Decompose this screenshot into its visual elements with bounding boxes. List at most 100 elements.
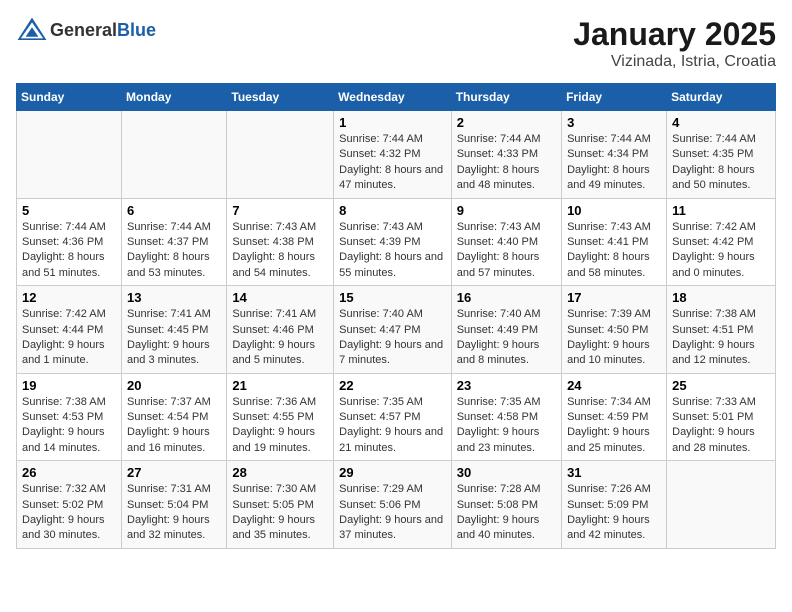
weekday-header-sunday: Sunday (17, 84, 122, 111)
day-info: Sunrise: 7:42 AMSunset: 4:42 PMDaylight:… (672, 220, 770, 282)
day-info: Sunrise: 7:38 AMSunset: 4:51 PMDaylight:… (672, 307, 770, 369)
page-header: GeneralBlue January 2025 Vizinada, Istri… (16, 16, 776, 71)
page-subtitle: Vizinada, Istria, Croatia (573, 53, 776, 71)
calendar-cell: 25Sunrise: 7:33 AMSunset: 5:01 PMDayligh… (667, 373, 776, 461)
week-row-3: 12 Sunrise: 7:42 AMSunset: 4:44 PMDayligh… (17, 286, 776, 374)
calendar-cell: 24 Sunrise: 7:34 AMSunset: 4:59 PMDayligh… (562, 373, 667, 461)
day-number: 16 (457, 290, 556, 305)
calendar-cell: 13Sunrise: 7:41 AMSunset: 4:45 PMDayligh… (122, 286, 227, 374)
day-number: 28 (232, 465, 328, 480)
weekday-header-friday: Friday (562, 84, 667, 111)
day-info: Sunrise: 7:37 AMSunset: 4:54 PMDaylight:… (127, 395, 221, 457)
day-info: Sunrise: 7:34 AMSunset: 4:59 PMDaylight:… (567, 395, 661, 457)
week-row-5: 26 Sunrise: 7:32 AMSunset: 5:02 PMDayligh… (17, 461, 776, 549)
day-info: Sunrise: 7:40 AMSunset: 4:47 PMDaylight:… (339, 307, 446, 369)
calendar-cell: 28Sunrise: 7:30 AMSunset: 5:05 PMDayligh… (227, 461, 334, 549)
weekday-header-monday: Monday (122, 84, 227, 111)
logo: GeneralBlue (16, 16, 156, 44)
day-number: 19 (22, 378, 116, 393)
day-info: Sunrise: 7:44 AMSunset: 4:36 PMDaylight:… (22, 220, 116, 282)
calendar-cell: 17Sunrise: 7:39 AMSunset: 4:50 PMDayligh… (562, 286, 667, 374)
calendar-cell: 1 Sunrise: 7:44 AMSunset: 4:32 PMDaylight… (334, 111, 452, 199)
calendar-cell: 2 Sunrise: 7:44 AMSunset: 4:33 PMDaylight… (451, 111, 561, 199)
logo-blue: Blue (117, 20, 156, 40)
day-number: 29 (339, 465, 446, 480)
day-number: 5 (22, 203, 116, 218)
calendar-cell: 31 Sunrise: 7:26 AMSunset: 5:09 PMDayligh… (562, 461, 667, 549)
day-number: 24 (567, 378, 661, 393)
day-number: 23 (457, 378, 556, 393)
day-number: 1 (339, 115, 446, 130)
calendar-cell: 27Sunrise: 7:31 AMSunset: 5:04 PMDayligh… (122, 461, 227, 549)
calendar-cell: 5 Sunrise: 7:44 AMSunset: 4:36 PMDaylight… (17, 198, 122, 286)
calendar-cell: 4 Sunrise: 7:44 AMSunset: 4:35 PMDaylight… (667, 111, 776, 199)
calendar-cell (122, 111, 227, 199)
calendar-cell (17, 111, 122, 199)
day-info: Sunrise: 7:44 AMSunset: 4:32 PMDaylight:… (339, 132, 446, 194)
calendar-cell: 16 Sunrise: 7:40 AMSunset: 4:49 PMDayligh… (451, 286, 561, 374)
calendar-cell: 18 Sunrise: 7:38 AMSunset: 4:51 PMDayligh… (667, 286, 776, 374)
calendar-cell: 30 Sunrise: 7:28 AMSunset: 5:08 PMDayligh… (451, 461, 561, 549)
day-number: 10 (567, 203, 661, 218)
day-info: Sunrise: 7:44 AMSunset: 4:37 PMDaylight:… (127, 220, 221, 282)
day-info: Sunrise: 7:33 AMSunset: 5:01 PMDaylight:… (672, 395, 770, 457)
day-info: Sunrise: 7:32 AMSunset: 5:02 PMDaylight:… (22, 482, 116, 544)
day-info: Sunrise: 7:44 AMSunset: 4:35 PMDaylight:… (672, 132, 770, 194)
day-info: Sunrise: 7:44 AMSunset: 4:33 PMDaylight:… (457, 132, 556, 194)
calendar-cell: 11 Sunrise: 7:42 AMSunset: 4:42 PMDayligh… (667, 198, 776, 286)
day-number: 14 (232, 290, 328, 305)
day-number: 15 (339, 290, 446, 305)
calendar-cell: 20Sunrise: 7:37 AMSunset: 4:54 PMDayligh… (122, 373, 227, 461)
day-number: 18 (672, 290, 770, 305)
calendar-cell: 8Sunrise: 7:43 AMSunset: 4:39 PMDaylight… (334, 198, 452, 286)
weekday-header-thursday: Thursday (451, 84, 561, 111)
weekday-header-tuesday: Tuesday (227, 84, 334, 111)
day-info: Sunrise: 7:43 AMSunset: 4:39 PMDaylight:… (339, 220, 446, 282)
day-info: Sunrise: 7:28 AMSunset: 5:08 PMDaylight:… (457, 482, 556, 544)
calendar-cell: 14 Sunrise: 7:41 AMSunset: 4:46 PMDayligh… (227, 286, 334, 374)
day-number: 12 (22, 290, 116, 305)
day-number: 30 (457, 465, 556, 480)
day-number: 13 (127, 290, 221, 305)
day-number: 22 (339, 378, 446, 393)
day-info: Sunrise: 7:26 AMSunset: 5:09 PMDaylight:… (567, 482, 661, 544)
day-info: Sunrise: 7:42 AMSunset: 4:44 PMDaylight:… (22, 307, 116, 369)
day-number: 2 (457, 115, 556, 130)
day-info: Sunrise: 7:43 AMSunset: 4:40 PMDaylight:… (457, 220, 556, 282)
calendar-cell (667, 461, 776, 549)
day-number: 17 (567, 290, 661, 305)
day-number: 6 (127, 203, 221, 218)
day-number: 26 (22, 465, 116, 480)
calendar-table: SundayMondayTuesdayWednesdayThursdayFrid… (16, 83, 776, 549)
day-info: Sunrise: 7:35 AMSunset: 4:58 PMDaylight:… (457, 395, 556, 457)
calendar-cell: 3Sunrise: 7:44 AMSunset: 4:34 PMDaylight… (562, 111, 667, 199)
title-block: January 2025 Vizinada, Istria, Croatia (573, 16, 776, 71)
calendar-cell: 21 Sunrise: 7:36 AMSunset: 4:55 PMDayligh… (227, 373, 334, 461)
calendar-cell (227, 111, 334, 199)
logo-icon (16, 16, 48, 44)
day-number: 4 (672, 115, 770, 130)
calendar-cell: 29 Sunrise: 7:29 AMSunset: 5:06 PMDayligh… (334, 461, 452, 549)
calendar-cell: 15 Sunrise: 7:40 AMSunset: 4:47 PMDayligh… (334, 286, 452, 374)
weekday-header-saturday: Saturday (667, 84, 776, 111)
day-info: Sunrise: 7:35 AMSunset: 4:57 PMDaylight:… (339, 395, 446, 457)
calendar-cell: 7Sunrise: 7:43 AMSunset: 4:38 PMDaylight… (227, 198, 334, 286)
calendar-cell: 26 Sunrise: 7:32 AMSunset: 5:02 PMDayligh… (17, 461, 122, 549)
calendar-cell: 10Sunrise: 7:43 AMSunset: 4:41 PMDayligh… (562, 198, 667, 286)
calendar-cell: 19Sunrise: 7:38 AMSunset: 4:53 PMDayligh… (17, 373, 122, 461)
day-info: Sunrise: 7:43 AMSunset: 4:38 PMDaylight:… (232, 220, 328, 282)
page-title: January 2025 (573, 16, 776, 53)
calendar-cell: 22 Sunrise: 7:35 AMSunset: 4:57 PMDayligh… (334, 373, 452, 461)
weekday-header-wednesday: Wednesday (334, 84, 452, 111)
day-number: 21 (232, 378, 328, 393)
day-number: 31 (567, 465, 661, 480)
logo-general: General (50, 20, 117, 40)
day-info: Sunrise: 7:31 AMSunset: 5:04 PMDaylight:… (127, 482, 221, 544)
day-info: Sunrise: 7:41 AMSunset: 4:46 PMDaylight:… (232, 307, 328, 369)
day-number: 11 (672, 203, 770, 218)
day-info: Sunrise: 7:36 AMSunset: 4:55 PMDaylight:… (232, 395, 328, 457)
day-info: Sunrise: 7:29 AMSunset: 5:06 PMDaylight:… (339, 482, 446, 544)
weekday-header-row: SundayMondayTuesdayWednesdayThursdayFrid… (17, 84, 776, 111)
day-info: Sunrise: 7:40 AMSunset: 4:49 PMDaylight:… (457, 307, 556, 369)
calendar-cell: 12 Sunrise: 7:42 AMSunset: 4:44 PMDayligh… (17, 286, 122, 374)
